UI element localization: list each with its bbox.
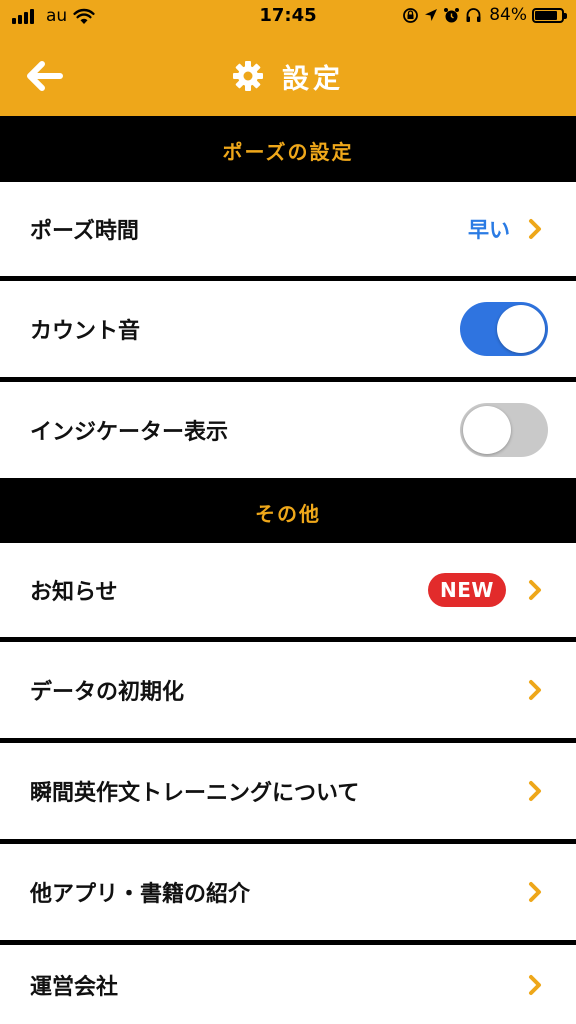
row-label: 瞬間英作文トレーニングについて <box>30 781 360 806</box>
location-icon <box>425 9 438 21</box>
headphones-icon <box>466 8 481 22</box>
chevron-right-icon <box>524 216 546 242</box>
row-label: ポーズ時間 <box>30 219 139 244</box>
gear-icon <box>233 61 263 91</box>
chevron-right-icon <box>524 677 546 703</box>
toggle-knob <box>497 305 545 353</box>
row-label: 運営会社 <box>30 974 119 1000</box>
chevron-right-icon <box>524 778 546 804</box>
page-title: 設定 <box>282 63 344 95</box>
about-training-row[interactable]: 瞬間英作文トレーニングについて <box>0 743 576 839</box>
count-sound-row: カウント音 <box>0 281 576 377</box>
chevron-right-icon <box>524 972 546 998</box>
other-apps-row[interactable]: 他アプリ・書籍の紹介 <box>0 844 576 940</box>
company-row[interactable]: 運営会社 <box>0 945 576 1024</box>
toggle-knob <box>463 406 511 454</box>
status-bar: au 17:45 84% <box>0 0 576 34</box>
pause-time-row[interactable]: ポーズ時間 早い <box>0 182 576 276</box>
alarm-icon <box>444 7 460 22</box>
row-label: 他アプリ・書籍の紹介 <box>30 882 251 907</box>
count-sound-toggle[interactable] <box>460 302 548 356</box>
status-right: 84% <box>402 5 567 25</box>
reset-data-row[interactable]: データの初期化 <box>0 642 576 738</box>
indicator-display-toggle[interactable] <box>460 403 548 457</box>
settings-screen: au 17:45 84% 設定 ポーズの設定 ポーズ時間 早い カウント音 イン… <box>0 0 576 1024</box>
row-label: カウント音 <box>30 319 141 344</box>
battery-percent: 84% <box>489 5 527 25</box>
row-label: データの初期化 <box>30 680 185 705</box>
section-header-other: その他 <box>0 482 576 542</box>
nav-title-group: 設定 <box>0 56 576 96</box>
rotation-lock-icon <box>403 7 419 23</box>
chevron-right-icon <box>524 577 546 603</box>
battery-icon <box>532 7 567 23</box>
chevron-right-icon <box>524 879 546 905</box>
navigation-bar: 設定 <box>0 34 576 116</box>
new-badge: NEW <box>428 573 506 607</box>
row-label: インジケーター表示 <box>30 420 229 445</box>
indicator-display-row: インジケーター表示 <box>0 382 576 478</box>
row-label: お知らせ <box>30 580 118 605</box>
pause-time-value: 早い <box>468 218 510 242</box>
section-header-pause: ポーズの設定 <box>0 120 576 180</box>
news-row[interactable]: お知らせ NEW <box>0 543 576 637</box>
